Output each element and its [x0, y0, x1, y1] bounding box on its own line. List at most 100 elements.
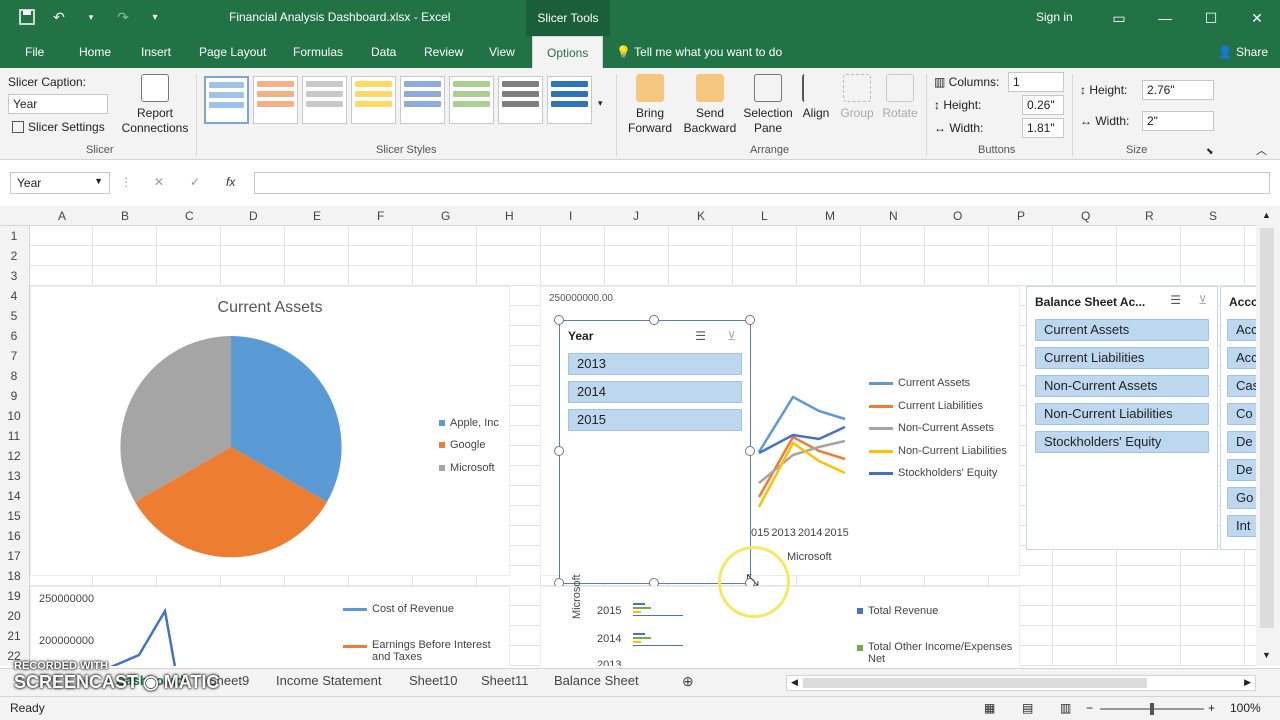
dropdown-icon[interactable]: ▾	[82, 8, 100, 26]
page-break-view-icon[interactable]: ▥	[1060, 701, 1071, 715]
resize-handle[interactable]	[745, 315, 755, 325]
bring-forward-button[interactable]: Bring Forward	[622, 74, 678, 136]
slicer-item[interactable]: De	[1227, 431, 1256, 453]
save-icon[interactable]	[18, 8, 36, 26]
sheet-tab-balance-sheet[interactable]: Balance Sheet	[554, 673, 639, 688]
row-header[interactable]: 5	[0, 309, 28, 323]
button-height-input[interactable]: 0.26"	[1022, 95, 1064, 115]
selection-pane-button[interactable]: Selection Pane	[742, 74, 794, 136]
slicer-item[interactable]: Co	[1227, 403, 1256, 425]
row-header[interactable]: 15	[0, 509, 28, 523]
column-header[interactable]: K	[697, 209, 705, 223]
multi-select-icon[interactable]: ☰	[695, 329, 706, 343]
report-connections-button[interactable]: Report Connections	[118, 74, 192, 136]
slicer-item[interactable]: Acc	[1227, 319, 1256, 341]
column-header[interactable]: Q	[1081, 209, 1090, 223]
column-header[interactable]: N	[889, 209, 898, 223]
slicer-item-non-current-liabilities[interactable]: Non-Current Liabilities	[1035, 403, 1209, 425]
slicer-item-non-current-assets[interactable]: Non-Current Assets	[1035, 375, 1209, 397]
resize-handle[interactable]	[554, 315, 564, 325]
column-header[interactable]: R	[1145, 209, 1154, 223]
scroll-down-icon[interactable]: ▼	[1262, 650, 1271, 660]
size-dialog-launcher-icon[interactable]: ⬊	[1206, 146, 1214, 157]
column-header[interactable]: I	[569, 209, 572, 223]
row-header[interactable]: 14	[0, 489, 28, 503]
slicer-item[interactable]: Cas	[1227, 375, 1256, 397]
tell-me-box[interactable]: 💡 Tell me what you want to do	[616, 36, 782, 68]
column-header[interactable]: F	[377, 209, 384, 223]
column-header[interactable]: P	[1017, 209, 1025, 223]
maximize-button[interactable]: ☐	[1188, 0, 1234, 36]
column-header[interactable]: E	[313, 209, 321, 223]
resize-handle[interactable]	[554, 446, 564, 456]
row-header[interactable]: 11	[0, 429, 28, 443]
row-header[interactable]: 1	[0, 229, 28, 243]
enter-icon[interactable]: ✓	[190, 175, 200, 189]
row-header[interactable]: 13	[0, 469, 28, 483]
slicer-item[interactable]: Int	[1227, 515, 1256, 537]
button-width-input[interactable]: 1.81"	[1022, 118, 1064, 138]
column-header[interactable]: J	[633, 209, 639, 223]
row-header[interactable]: 3	[0, 269, 28, 283]
align-button[interactable]: Align	[798, 74, 834, 121]
sheet-tab-sheet11[interactable]: Sheet11	[481, 673, 528, 688]
row-header[interactable]: 18	[0, 569, 28, 583]
column-header[interactable]: B	[121, 209, 129, 223]
tab-review[interactable]: Review	[424, 36, 463, 68]
zoom-in-icon[interactable]: +	[1208, 701, 1215, 715]
slicer-item[interactable]: Acc	[1227, 347, 1256, 369]
column-header[interactable]: D	[249, 209, 258, 223]
zoom-level[interactable]: 100%	[1230, 701, 1261, 715]
tab-page-layout[interactable]: Page Layout	[199, 36, 266, 68]
collapse-ribbon-icon[interactable]: ︿	[1256, 142, 1267, 158]
tab-data[interactable]: Data	[371, 36, 396, 68]
current-assets-pie-chart[interactable]: Current Assets Apple, Inc Google Microso…	[30, 286, 510, 576]
sheet-tab-sheet10[interactable]: Sheet10	[409, 673, 457, 688]
resize-handle[interactable]	[649, 315, 659, 325]
balance-sheet-slicer[interactable]: Balance Sheet Ac... ☰ ⊻ Current Assets C…	[1026, 286, 1218, 550]
row-header[interactable]: 2	[0, 249, 28, 263]
slicer-style-light-1[interactable]	[204, 76, 249, 124]
row-header[interactable]: 17	[0, 549, 28, 563]
slicer-style-light-6[interactable]	[449, 76, 494, 124]
slicer-item-2014[interactable]: 2014	[568, 381, 742, 403]
slicer-item-current-assets[interactable]: Current Assets	[1035, 319, 1209, 341]
send-backward-button[interactable]: Send Backward	[680, 74, 740, 136]
row-header[interactable]: 12	[0, 449, 28, 463]
clear-filter-icon[interactable]: ⊻	[1198, 293, 1207, 307]
slicer-item-current-liabilities[interactable]: Current Liabilities	[1035, 347, 1209, 369]
slicer-style-light-5[interactable]	[400, 76, 445, 124]
size-height-input[interactable]: 2.76"	[1142, 80, 1214, 100]
scroll-right-icon[interactable]: ▶	[1244, 677, 1251, 688]
vertical-scrollbar[interactable]: ▲ ▼	[1256, 206, 1280, 666]
worksheet-grid[interactable]: Current Assets Apple, Inc Google Microso…	[30, 226, 1256, 666]
close-button[interactable]: ✕	[1234, 0, 1280, 36]
tab-options[interactable]: Options	[532, 36, 604, 68]
slicer-item-stockholders-equity[interactable]: Stockholders' Equity	[1035, 431, 1209, 453]
gallery-scroll-icon[interactable]: ▾	[598, 98, 603, 109]
column-header[interactable]: H	[505, 209, 514, 223]
scroll-left-icon[interactable]: ◀	[791, 677, 798, 688]
row-header[interactable]: 8	[0, 369, 28, 383]
slicer-item[interactable]: De	[1227, 459, 1256, 481]
zoom-out-icon[interactable]: −	[1086, 701, 1093, 715]
name-box[interactable]: Year ▼	[10, 172, 110, 194]
slicer-item-2013[interactable]: 2013	[568, 353, 742, 375]
scroll-up-icon[interactable]: ▲	[1262, 210, 1271, 220]
column-header[interactable]: S	[1209, 209, 1217, 223]
tab-insert[interactable]: Insert	[141, 36, 171, 68]
row-header[interactable]: 16	[0, 529, 28, 543]
scrollbar-thumb[interactable]	[803, 678, 1147, 688]
slicer-settings-button[interactable]: Slicer Settings	[12, 120, 105, 134]
year-slicer[interactable]: Year ☰ ⊻ 2013 2014 2015	[559, 320, 751, 584]
row-header[interactable]: 20	[0, 609, 28, 623]
cancel-icon[interactable]: ✕	[154, 175, 164, 189]
row-header[interactable]: 7	[0, 349, 28, 363]
row-header[interactable]: 21	[0, 629, 28, 643]
multi-select-icon[interactable]: ☰	[1170, 293, 1181, 307]
redo-icon[interactable]: ↷	[114, 8, 132, 26]
slicer-item-2015[interactable]: 2015	[568, 409, 742, 431]
clear-filter-icon[interactable]: ⊻	[727, 329, 736, 343]
tab-home[interactable]: Home	[79, 36, 111, 68]
customize-qat-icon[interactable]: ▾	[146, 8, 164, 26]
